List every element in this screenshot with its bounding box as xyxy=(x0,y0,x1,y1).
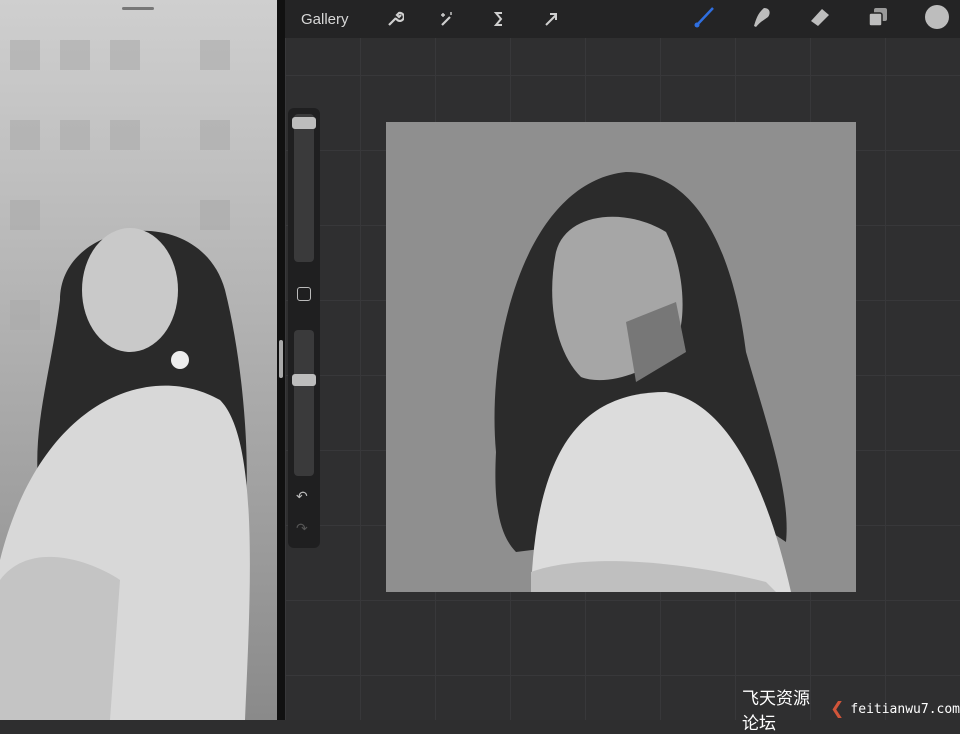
transform-arrow-icon[interactable] xyxy=(540,8,562,30)
split-view-divider[interactable] xyxy=(277,0,285,720)
left-sidebar: ↶ ↷ xyxy=(288,108,320,548)
selection-icon[interactable] xyxy=(488,8,510,30)
brush-size-slider[interactable] xyxy=(292,114,316,262)
eraser-icon[interactable] xyxy=(808,5,832,34)
reference-photo-panel xyxy=(0,0,277,720)
brush-icon[interactable] xyxy=(692,5,716,34)
painting xyxy=(494,172,791,592)
color-swatch[interactable] xyxy=(924,4,950,35)
top-toolbar: Gallery xyxy=(285,0,960,38)
brush-size-knob[interactable] xyxy=(292,117,316,129)
watermark-url: feitianwu7.com xyxy=(850,701,960,717)
magic-wand-icon[interactable] xyxy=(436,8,458,30)
procreate-app: Gallery ↶ ↷ xyxy=(285,0,960,720)
divider-grip[interactable] xyxy=(279,340,283,378)
gallery-button[interactable]: Gallery xyxy=(301,11,349,28)
smudge-icon[interactable] xyxy=(750,5,774,34)
opacity-knob[interactable] xyxy=(292,374,316,386)
wrench-icon[interactable] xyxy=(384,8,406,30)
layers-icon[interactable] xyxy=(866,5,890,34)
watermark: 飞天资源论坛 ❮ feitianwu7.com xyxy=(742,684,960,734)
opacity-slider[interactable] xyxy=(292,330,316,476)
undo-button[interactable]: ↶ xyxy=(296,488,308,505)
watermark-text: 飞天资源论坛 xyxy=(742,689,810,734)
reference-photo xyxy=(0,40,250,720)
redo-button[interactable]: ↷ xyxy=(296,520,308,537)
eyedropper-button[interactable] xyxy=(297,287,311,301)
drawing-canvas[interactable] xyxy=(386,122,856,592)
watermark-logo-icon: ❮ xyxy=(830,699,845,719)
